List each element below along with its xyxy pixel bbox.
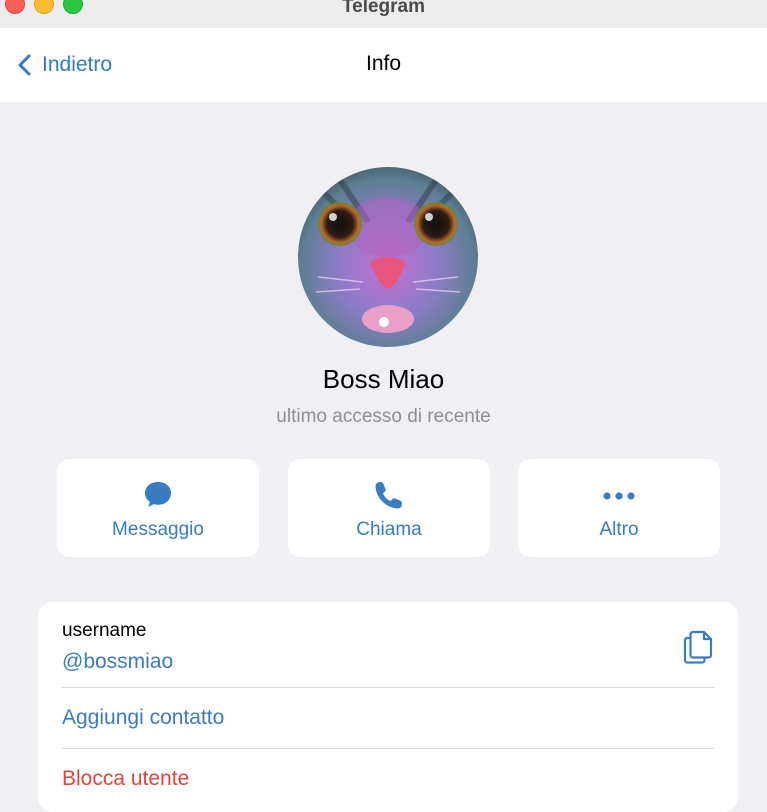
copy-icon [683,630,713,664]
more-button[interactable]: Altro [518,459,720,557]
copy-username-button[interactable] [680,628,716,664]
username-value[interactable]: @bossmiao [62,650,173,674]
call-button[interactable]: Chiama [288,459,490,557]
divider [62,748,714,749]
cat-avatar-image [298,167,478,347]
divider [62,687,714,688]
details-card: username @bossmiao Aggiungi contatto Blo… [38,602,738,812]
window-title: Telegram [341,0,426,17]
page-title: Info [365,52,402,75]
navigation-bar: Indietro Info [0,28,767,102]
more-button-label: Altro [599,519,639,540]
message-button-label: Messaggio [112,519,204,540]
add-contact-button[interactable]: Aggiungi contatto [62,706,224,730]
username-label: username [62,620,147,641]
profile-name: Boss Miao [322,364,445,394]
phone-icon [375,482,402,509]
message-button[interactable]: Messaggio [57,459,259,557]
window-titlebar: Telegram [0,0,767,29]
last-seen-status: ultimo accesso di recente [276,406,491,427]
more-dots-icon [603,492,635,500]
message-bubble-icon [145,482,171,507]
block-user-button[interactable]: Blocca utente [62,767,189,791]
avatar[interactable] [298,167,478,347]
call-button-label: Chiama [356,519,422,540]
